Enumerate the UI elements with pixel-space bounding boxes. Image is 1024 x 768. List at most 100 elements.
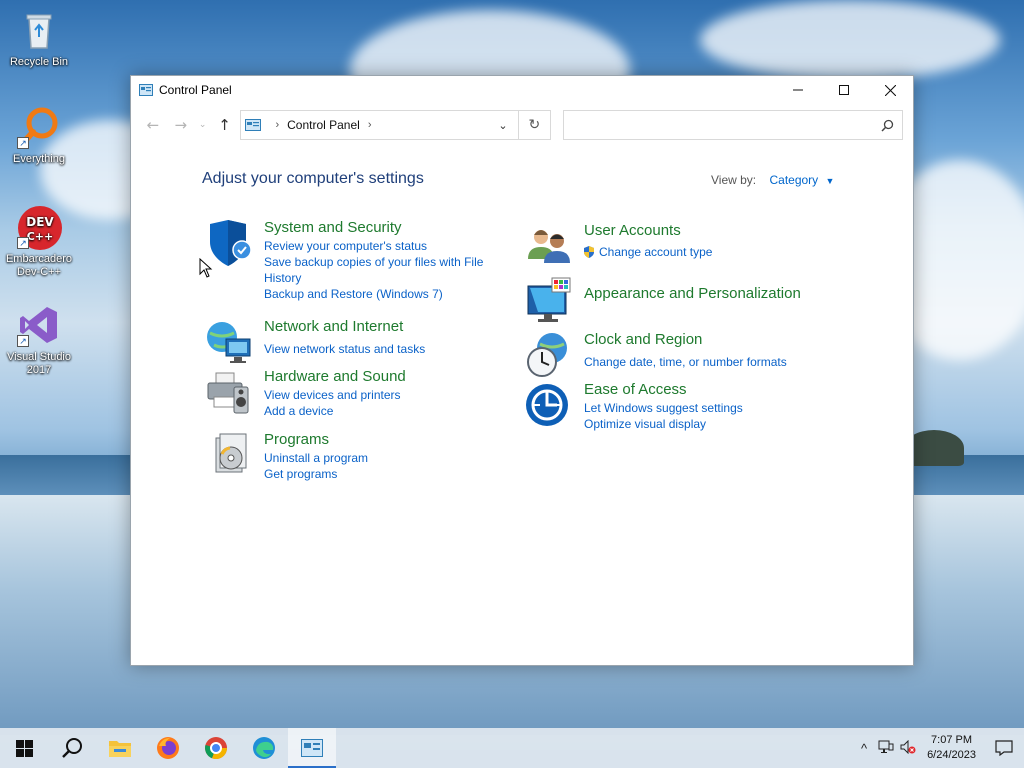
control-panel-content: Adjust your computer's settings View by:… bbox=[131, 146, 913, 665]
magnifier-icon: ↗ bbox=[17, 105, 61, 149]
forward-button[interactable]: → bbox=[167, 116, 195, 134]
up-button[interactable]: ↑ bbox=[211, 116, 239, 134]
desktop-icon-label: Visual Studio 2017 bbox=[6, 351, 71, 376]
taskbar-search-button[interactable] bbox=[48, 728, 96, 768]
category-title[interactable]: Programs bbox=[264, 430, 368, 449]
maximize-icon bbox=[839, 85, 849, 95]
system-tray: ^ 7:07 PM 6/24/2023 bbox=[853, 728, 1024, 768]
svg-text:C++: C++ bbox=[27, 230, 54, 243]
link-optimize-display[interactable]: Optimize visual display bbox=[584, 416, 743, 432]
desktop-icon-everything[interactable]: ↗ Everything bbox=[0, 105, 78, 166]
category-title[interactable]: Ease of Access bbox=[584, 380, 743, 399]
desktop-icon-devcpp[interactable]: DEV C++ ↗ Embarcadero Dev-C++ bbox=[0, 205, 78, 279]
dropdown-caret-icon[interactable]: ▼ bbox=[826, 176, 835, 186]
search-icon bbox=[62, 738, 82, 758]
devcpp-icon: DEV C++ ↗ bbox=[17, 205, 62, 250]
firefox-icon bbox=[157, 737, 179, 759]
recycle-bin-icon bbox=[17, 8, 61, 52]
notification-icon bbox=[995, 740, 1013, 756]
svg-text:DEV: DEV bbox=[26, 215, 54, 229]
monitor-palette-icon bbox=[524, 276, 574, 326]
category-appearance: Appearance and Personalization bbox=[524, 276, 801, 326]
search-input[interactable] bbox=[563, 112, 881, 138]
minimize-icon bbox=[793, 89, 803, 91]
link-file-history[interactable]: Save backup copies of your files with Fi… bbox=[264, 254, 494, 286]
taskbar-clock[interactable]: 7:07 PM 6/24/2023 bbox=[919, 733, 984, 763]
clock-date: 6/24/2023 bbox=[927, 749, 976, 761]
search-box[interactable] bbox=[562, 110, 903, 140]
category-programs: Programs Uninstall a program Get program… bbox=[204, 430, 368, 482]
start-button[interactable] bbox=[0, 728, 48, 768]
link-get-programs[interactable]: Get programs bbox=[264, 466, 368, 482]
address-bar[interactable]: › Control Panel › ⌄ bbox=[240, 110, 519, 140]
control-panel-icon bbox=[301, 739, 323, 757]
link-uninstall-program[interactable]: Uninstall a program bbox=[264, 450, 368, 466]
category-user-accounts: User Accounts Change account type bbox=[524, 221, 712, 271]
mouse-cursor-icon bbox=[199, 258, 213, 278]
category-title[interactable]: User Accounts bbox=[584, 221, 712, 240]
category-ease-of-access: Ease of Access Let Windows suggest setti… bbox=[524, 380, 743, 432]
search-icon bbox=[881, 119, 894, 132]
windows-logo-icon bbox=[15, 739, 33, 757]
shortcut-arrow-icon: ↗ bbox=[17, 137, 29, 149]
link-add-device[interactable]: Add a device bbox=[264, 403, 406, 419]
category-system-security: System and Security Review your computer… bbox=[204, 218, 494, 302]
category-title[interactable]: Network and Internet bbox=[264, 317, 425, 336]
action-center-button[interactable] bbox=[984, 728, 1024, 768]
close-button[interactable] bbox=[867, 76, 913, 104]
users-icon bbox=[524, 221, 574, 271]
minimize-button[interactable] bbox=[775, 76, 821, 104]
back-arrow-icon: ← bbox=[146, 116, 160, 134]
window-title: Control Panel bbox=[159, 83, 232, 97]
chevron-down-icon: ⌄ bbox=[198, 120, 207, 130]
link-label[interactable]: Change account type bbox=[599, 244, 712, 260]
volume-tray-icon[interactable] bbox=[897, 739, 919, 757]
link-date-time-formats[interactable]: Change date, time, or number formats bbox=[584, 354, 787, 370]
taskbar: ^ 7:07 PM 6/24/2023 bbox=[0, 728, 1024, 768]
category-title[interactable]: Clock and Region bbox=[584, 330, 787, 349]
breadcrumb-separator[interactable]: › bbox=[368, 119, 372, 131]
up-arrow-icon: ↑ bbox=[218, 116, 231, 134]
maximize-button[interactable] bbox=[821, 76, 867, 104]
breadcrumb-separator[interactable]: › bbox=[275, 119, 279, 131]
category-title[interactable]: Hardware and Sound bbox=[264, 367, 406, 386]
category-hardware-sound: Hardware and Sound View devices and prin… bbox=[204, 367, 406, 419]
control-panel-window: Control Panel ← → ⌄ ↑ › Control Panel › … bbox=[130, 75, 914, 666]
refresh-icon: ↻ bbox=[528, 117, 541, 133]
page-title: Adjust your computer's settings bbox=[202, 170, 424, 187]
firefox-button[interactable] bbox=[144, 728, 192, 768]
file-explorer-button[interactable] bbox=[96, 728, 144, 768]
link-backup-restore[interactable]: Backup and Restore (Windows 7) bbox=[264, 286, 494, 302]
recent-locations-button[interactable]: ⌄ bbox=[195, 120, 211, 130]
programs-disk-icon bbox=[204, 430, 254, 480]
chevron-down-icon: ⌄ bbox=[498, 119, 508, 132]
uac-shield-icon bbox=[584, 246, 594, 258]
refresh-button[interactable]: ↻ bbox=[518, 110, 551, 140]
desktop-icon-visual-studio[interactable]: ↗ Visual Studio 2017 bbox=[0, 303, 78, 377]
back-button[interactable]: ← bbox=[139, 116, 167, 134]
control-panel-taskbar-button[interactable] bbox=[288, 728, 336, 768]
folder-icon bbox=[109, 741, 131, 757]
category-title[interactable]: System and Security bbox=[264, 218, 494, 237]
clock-time: 7:07 PM bbox=[931, 734, 973, 746]
desktop-icon-label: Everything bbox=[13, 153, 65, 165]
visual-studio-icon: ↗ bbox=[17, 303, 61, 347]
address-dropdown-button[interactable]: ⌄ bbox=[488, 119, 518, 132]
forward-arrow-icon: → bbox=[174, 116, 188, 134]
breadcrumb-control-panel[interactable]: Control Panel bbox=[287, 118, 360, 132]
link-change-account-type[interactable]: Change account type bbox=[582, 244, 712, 260]
link-devices-printers[interactable]: View devices and printers bbox=[264, 387, 406, 403]
view-by-label: View by: bbox=[711, 173, 757, 187]
network-globe-icon bbox=[204, 317, 254, 367]
link-review-status[interactable]: Review your computer's status bbox=[264, 238, 494, 254]
link-network-status[interactable]: View network status and tasks bbox=[264, 341, 425, 357]
view-by-dropdown[interactable]: Category bbox=[769, 173, 818, 187]
chrome-button[interactable] bbox=[192, 728, 240, 768]
title-bar[interactable]: Control Panel bbox=[131, 76, 913, 104]
edge-button[interactable] bbox=[240, 728, 288, 768]
category-title[interactable]: Appearance and Personalization bbox=[584, 284, 801, 303]
network-tray-icon[interactable] bbox=[875, 740, 897, 757]
link-suggest-settings[interactable]: Let Windows suggest settings bbox=[584, 400, 743, 416]
show-hidden-icons-button[interactable]: ^ bbox=[853, 741, 875, 756]
desktop-icon-recycle-bin[interactable]: Recycle Bin bbox=[0, 8, 78, 69]
